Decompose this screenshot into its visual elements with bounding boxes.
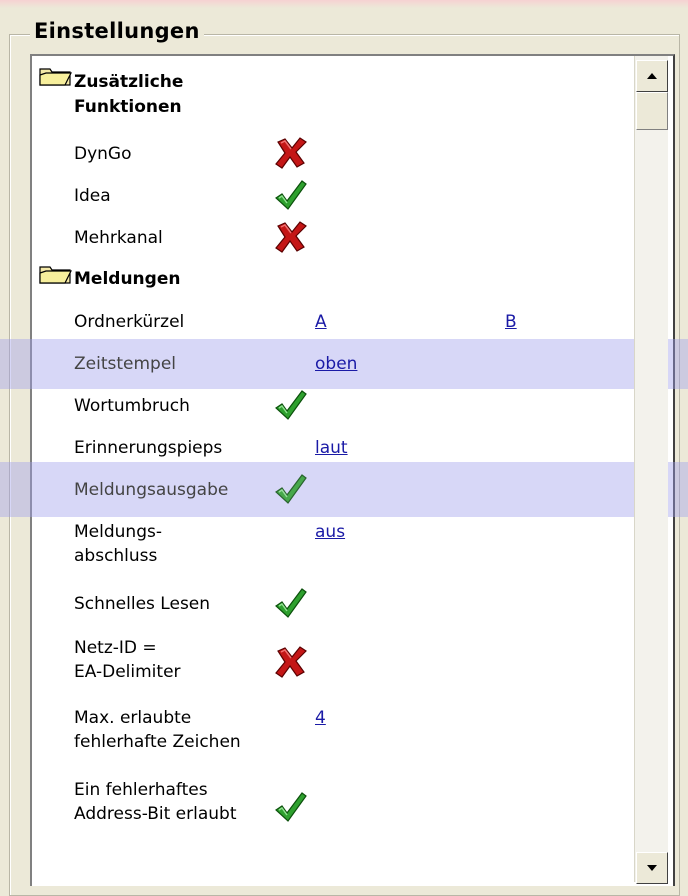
row-label-address-bit-line2: Address-Bit erlaubt bbox=[74, 804, 237, 824]
scroll-up-button[interactable] bbox=[636, 60, 668, 92]
section-zusaetzliche-funktionen-line2: Funktionen bbox=[74, 97, 182, 117]
row-label-erinnerungspieps: Erinnerungspieps bbox=[74, 438, 223, 458]
window-top-edge bbox=[0, 0, 688, 8]
row-label-netz-id-line2: EA-Delimiter bbox=[74, 662, 181, 682]
checkmark-icon[interactable] bbox=[273, 472, 309, 506]
groupbox-title: Einstellungen bbox=[30, 19, 204, 43]
max-fehler-link[interactable]: 4 bbox=[315, 707, 326, 729]
zeitstempel-link[interactable]: oben bbox=[315, 353, 357, 375]
folder-icon bbox=[39, 266, 72, 284]
scroll-down-arrow-icon bbox=[647, 865, 657, 871]
row-label-max-fehler-line2: fehlerhafte Zeichen bbox=[74, 732, 241, 752]
erinnerungspieps-link[interactable]: laut bbox=[315, 437, 348, 459]
row-label-address-bit-line1: Ein fehlerhaftes bbox=[74, 780, 208, 800]
folder-icon bbox=[39, 68, 72, 86]
checkmark-icon[interactable] bbox=[273, 790, 309, 824]
scroll-thumb[interactable] bbox=[636, 92, 668, 130]
red-x-icon[interactable] bbox=[273, 220, 309, 254]
checkmark-icon[interactable] bbox=[273, 586, 309, 620]
row-label-dyngo: DynGo bbox=[74, 144, 132, 164]
row-label-mehrkanal: Mehrkanal bbox=[74, 228, 163, 248]
section-meldungen: Meldungen bbox=[74, 269, 181, 289]
row-label-zeitstempel: Zeitstempel bbox=[74, 354, 177, 374]
row-label-ordnerkuerzel: Ordnerkürzel bbox=[74, 312, 185, 332]
section-zusaetzliche-funktionen-line1: Zusätzliche bbox=[74, 72, 184, 92]
checkmark-icon[interactable] bbox=[273, 178, 309, 212]
vertical-scrollbar[interactable] bbox=[634, 56, 668, 884]
ordnerkuerzel-link-b[interactable]: B bbox=[505, 311, 517, 333]
row-label-meldungsausgabe: Meldungsausgabe bbox=[74, 480, 229, 500]
meldungsabschluss-link[interactable]: aus bbox=[315, 521, 345, 543]
red-x-icon[interactable] bbox=[273, 136, 309, 170]
row-label-schnelles-lesen: Schnelles Lesen bbox=[74, 594, 211, 614]
scroll-up-arrow-icon bbox=[647, 73, 657, 79]
checkmark-icon[interactable] bbox=[273, 388, 309, 422]
row-label-wortumbruch: Wortumbruch bbox=[74, 396, 190, 416]
row-label-meldungsabschluss-line2: abschluss bbox=[74, 546, 158, 566]
row-label-idea: Idea bbox=[74, 186, 111, 206]
red-x-icon[interactable] bbox=[273, 645, 309, 679]
row-label-netz-id-line1: Netz-ID = bbox=[74, 638, 157, 658]
ordnerkuerzel-link-a[interactable]: A bbox=[315, 311, 327, 333]
row-label-max-fehler-line1: Max. erlaubte bbox=[74, 708, 192, 728]
scroll-down-button[interactable] bbox=[636, 852, 668, 884]
row-label-meldungsabschluss-line1: Meldungs- bbox=[74, 522, 162, 542]
